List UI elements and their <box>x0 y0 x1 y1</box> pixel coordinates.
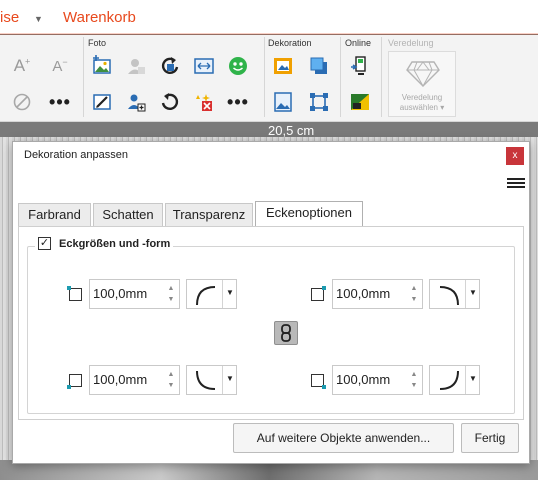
stepper-arrows-icon[interactable]: ▲ ▼ <box>166 369 176 391</box>
chevron-down-icon: ▼ <box>469 374 477 383</box>
bottom-left-size-stepper[interactable]: ▲▼ <box>89 365 180 395</box>
bottom-right-corner-icon <box>308 371 326 389</box>
menu-item-partial[interactable]: ise <box>0 9 19 26</box>
rotate-left-icon[interactable] <box>156 88 184 116</box>
bottom-right-shape-dropdown[interactable]: ▼ <box>429 365 480 395</box>
bottom-right-size-stepper[interactable]: ▲▼ <box>332 365 423 395</box>
increase-font-size-icon[interactable]: A+ <box>8 52 36 80</box>
no-style-icon[interactable] <box>8 88 36 116</box>
link-icon <box>281 324 291 342</box>
insert-photo-icon[interactable] <box>88 52 116 80</box>
bottom-left-shape-dropdown[interactable]: ▼ <box>186 365 237 395</box>
edit-photo-icon[interactable] <box>88 88 116 116</box>
link-corners-button[interactable] <box>274 321 298 345</box>
fit-photo-icon[interactable] <box>190 52 218 80</box>
divider <box>264 37 265 117</box>
online-upload-icon[interactable] <box>346 52 374 80</box>
corner-options-group: ✓ Eckgrößen und -form ▲▼ ▼ ▲ <box>27 237 515 414</box>
bottom-left-size-input[interactable] <box>93 372 161 387</box>
top-right-size-input[interactable] <box>336 286 404 301</box>
online-photo-icon[interactable] <box>346 88 374 116</box>
divider <box>340 37 341 117</box>
corner-options-checkbox[interactable]: ✓ <box>38 237 51 250</box>
crop-corners-icon[interactable] <box>305 88 333 116</box>
decoration-dialog: Dekoration anpassen x Farbrand Schatten … <box>12 141 530 464</box>
shadow-icon[interactable] <box>305 52 333 80</box>
veredelung-label-line1: Veredelung <box>401 93 443 102</box>
divider <box>83 37 84 117</box>
hamburger-menu-icon[interactable] <box>507 178 525 190</box>
bottom-right-size-input[interactable] <box>336 372 404 387</box>
group-label-dekoration: Dekoration <box>268 38 312 48</box>
frame-icon[interactable] <box>269 52 297 80</box>
add-user-icon[interactable] <box>122 88 150 116</box>
divider <box>381 37 382 117</box>
top-left-size-stepper[interactable]: ▲▼ <box>89 279 180 309</box>
rounded-corner-shape-icon <box>439 370 459 390</box>
chevron-down-icon: ▼ <box>226 288 234 297</box>
group-label-veredelung: Veredelung <box>388 38 434 48</box>
more-icon[interactable]: ••• <box>224 88 252 116</box>
rotate-right-icon[interactable] <box>156 52 184 80</box>
rounded-corner-shape-icon <box>439 286 459 306</box>
photo-user-icon[interactable] <box>122 52 150 80</box>
top-left-size-input[interactable] <box>93 286 161 301</box>
tab-transparenz[interactable]: Transparenz <box>165 203 253 227</box>
smiley-icon[interactable] <box>224 52 252 80</box>
corner-options-legend: ✓ Eckgrößen und -form <box>35 237 174 250</box>
corner-options-label: Eckgrößen und -form <box>59 237 171 250</box>
top-left-shape-dropdown[interactable]: ▼ <box>186 279 237 309</box>
top-right-shape-dropdown[interactable]: ▼ <box>429 279 480 309</box>
tab-farbrand[interactable]: Farbrand <box>18 203 91 227</box>
checkmark-icon: ✓ <box>39 237 50 249</box>
tab-eckenoptionen[interactable]: Eckenoptionen <box>255 201 363 227</box>
ruler-label: 20,5 cm <box>268 123 315 138</box>
stepper-arrows-icon[interactable]: ▲ ▼ <box>166 283 176 305</box>
ribbon-toolbar: A+ A− ••• Foto ••• Dekoration Online Ver… <box>0 35 538 122</box>
menu-item-warenkorb[interactable]: Warenkorb <box>63 9 136 26</box>
veredelung-label-line2: auswählen ▾ <box>399 103 445 112</box>
remove-effect-icon[interactable] <box>190 88 218 116</box>
apply-to-other-objects-button[interactable]: Auf weitere Objekte anwenden... <box>233 423 454 453</box>
decrease-font-size-icon[interactable]: A− <box>46 52 74 80</box>
stepper-arrows-icon[interactable]: ▲ ▼ <box>409 369 419 391</box>
tab-schatten[interactable]: Schatten <box>93 203 163 227</box>
top-right-corner-icon <box>308 285 326 303</box>
chevron-down-icon[interactable]: ▼ <box>34 14 43 24</box>
dialog-title: Dekoration anpassen <box>24 149 128 161</box>
stepper-arrows-icon[interactable]: ▲ ▼ <box>409 283 419 305</box>
rounded-corner-shape-icon <box>196 286 216 306</box>
group-label-online: Online <box>345 38 372 48</box>
menu-bar: ise ▼ Warenkorb <box>0 0 538 35</box>
bottom-left-corner-icon <box>66 371 84 389</box>
close-icon: x <box>512 150 518 161</box>
chevron-down-icon: ▼ <box>469 288 477 297</box>
diamond-icon <box>406 61 440 88</box>
top-right-size-stepper[interactable]: ▲▼ <box>332 279 423 309</box>
group-label-foto: Foto <box>88 38 107 48</box>
tab-panel-eckenoptionen: ✓ Eckgrößen und -form ▲▼ ▼ ▲ <box>18 226 524 420</box>
background-photo-icon[interactable] <box>269 88 297 116</box>
chevron-down-icon: ▼ <box>226 374 234 383</box>
rounded-corner-shape-icon <box>196 370 216 390</box>
more-icon[interactable]: ••• <box>46 88 74 116</box>
top-left-corner-icon <box>66 285 84 303</box>
close-button[interactable]: x <box>506 147 524 165</box>
veredelung-button[interactable]: Veredelung auswählen ▾ <box>388 51 456 117</box>
chevron-down-icon: ▾ <box>440 103 445 112</box>
done-button[interactable]: Fertig <box>461 423 519 453</box>
